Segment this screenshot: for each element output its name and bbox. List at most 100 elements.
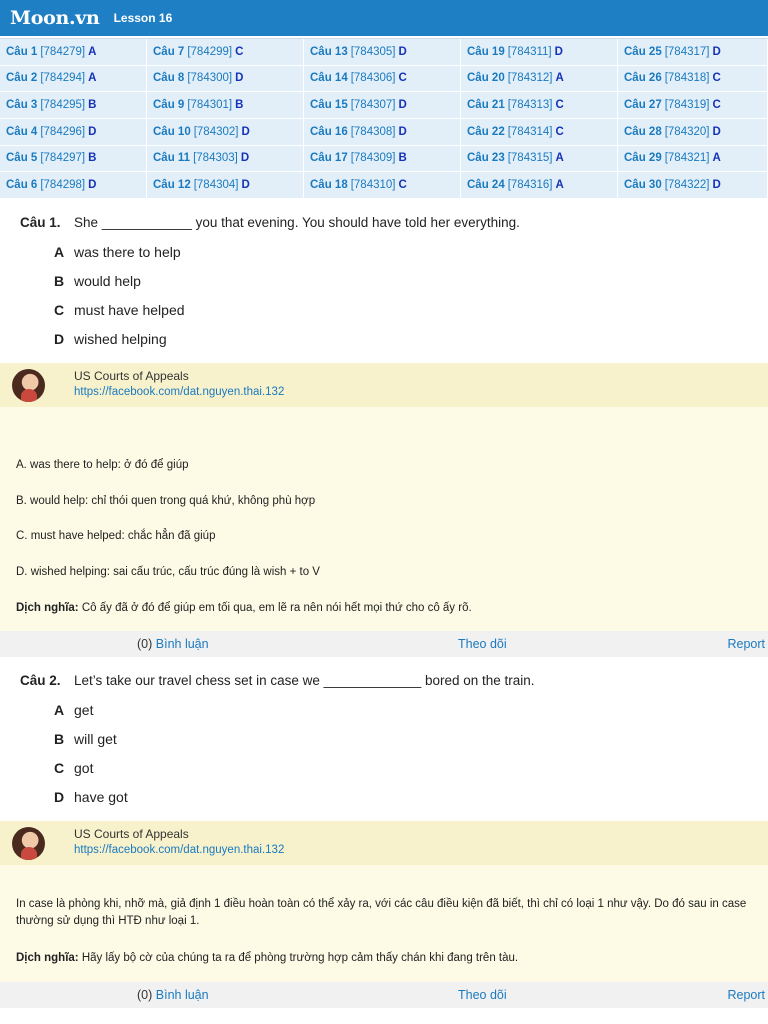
answer-key-cell[interactable]: Câu 13 [784305] D: [304, 39, 461, 66]
question-link: Câu 25: [624, 45, 662, 58]
question-code: [784317]: [664, 45, 710, 58]
answer-key-cell[interactable]: Câu 27 [784319] C: [618, 92, 768, 119]
question-link: Câu 29: [624, 152, 662, 165]
report-button[interactable]: Report: [727, 988, 765, 1002]
question-link: Câu 12: [153, 179, 191, 192]
answer-key-cell[interactable]: Câu 8 [784300] D: [147, 65, 304, 93]
author-profile-link[interactable]: https://facebook.com/dat.nguyen.thai.132: [74, 386, 284, 398]
question-code: [784316]: [507, 179, 553, 192]
answer-key-cell[interactable]: Câu 2 [784294] A: [0, 65, 147, 93]
question-link: Câu 27: [624, 99, 662, 112]
question-code: [784320]: [664, 125, 710, 138]
explanation-panel: A. was there to help: ở đó để giúp B. wo…: [0, 407, 768, 631]
option-a[interactable]: Awas there to help: [54, 244, 181, 260]
correct-answer: C: [712, 72, 721, 85]
question-link: Câu 1: [6, 45, 38, 58]
follow-button[interactable]: Theo dõi: [458, 637, 507, 651]
translation-label: Dịch nghĩa:: [16, 952, 79, 964]
correct-answer: D: [88, 125, 97, 138]
answer-key-cell[interactable]: Câu 19 [784311] D: [461, 39, 618, 66]
correct-answer: B: [88, 152, 97, 165]
question-link: Câu 6: [6, 179, 38, 192]
correct-answer: D: [240, 152, 250, 165]
translation-line: Dịch nghĩa: Cô ấy đã ở đó để giúp em tối…: [16, 600, 756, 617]
question-code: [784301]: [187, 99, 233, 112]
comment-button[interactable]: (0) Bình luận: [137, 637, 209, 651]
option-b[interactable]: Bwill get: [54, 731, 117, 747]
correct-answer: D: [241, 125, 250, 138]
answer-key-cell[interactable]: Câu 29 [784321] A: [618, 145, 768, 173]
question-code: [784303]: [193, 152, 238, 165]
question-link: Câu 17: [310, 152, 348, 165]
answer-key-cell[interactable]: Câu 22 [784314] C: [461, 118, 618, 146]
option-b[interactable]: Bwould help: [54, 273, 141, 289]
question-link: Câu 21: [467, 99, 505, 112]
explanation-line: C. must have helped: chắc hẳn đã giúp: [16, 530, 216, 542]
comment-label: Bình luận: [155, 637, 209, 651]
author-name: US Courts of Appeals: [74, 369, 189, 383]
option-a[interactable]: Aget: [54, 702, 93, 718]
explanation-line: B. would help: chỉ thói quen trong quá k…: [16, 495, 316, 507]
option-letter: C: [54, 302, 65, 318]
site-logo[interactable]: Moon.vn: [10, 7, 100, 29]
answer-key-cell[interactable]: Câu 16 [784308] D: [304, 118, 461, 146]
answer-key-cell[interactable]: Câu 10 [784302] D: [147, 118, 304, 146]
follow-button[interactable]: Theo dõi: [458, 988, 507, 1002]
user-avatar-icon[interactable]: [12, 369, 45, 402]
question-code: [784314]: [507, 125, 553, 138]
report-button[interactable]: Report: [727, 637, 765, 651]
question-link: Câu 19: [467, 45, 505, 58]
answer-key-cell[interactable]: Câu 4 [784296] D: [0, 118, 147, 146]
top-bar: Moon.vn Lesson 16: [0, 0, 768, 36]
option-letter: D: [54, 789, 65, 805]
question-text-line: Câu 2. Let’s take our travel chess set i…: [20, 673, 535, 688]
option-text: got: [74, 760, 94, 776]
question-code: [784300]: [187, 72, 233, 85]
answer-key-cell[interactable]: Câu 25 [784317] D: [618, 39, 768, 66]
question-number: Câu 2.: [20, 673, 61, 688]
question-link: Câu 2: [6, 72, 38, 85]
question-text: She ____________ you that evening. You s…: [74, 215, 520, 230]
answer-key-cell[interactable]: Câu 9 [784301] B: [147, 92, 304, 119]
answer-key-cell[interactable]: Câu 23 [784315] A: [461, 145, 618, 173]
option-c[interactable]: Cmust have helped: [54, 302, 185, 318]
question-link: Câu 22: [467, 125, 505, 138]
comment-button[interactable]: (0) Bình luận: [137, 988, 209, 1002]
answer-key-cell[interactable]: Câu 3 [784295] B: [0, 92, 147, 119]
comment-count: (0): [137, 988, 153, 1002]
question-link: Câu 15: [310, 99, 348, 112]
answer-key-cell[interactable]: Câu 1 [784279] A: [0, 39, 147, 66]
answer-key-cell[interactable]: Câu 15 [784307] D: [304, 92, 461, 119]
correct-answer: A: [555, 152, 564, 165]
question-link: Câu 14: [310, 72, 348, 85]
correct-answer: A: [88, 72, 97, 85]
user-avatar-icon[interactable]: [12, 827, 45, 860]
answer-key-cell[interactable]: Câu 12 [784304] D: [147, 172, 304, 199]
answer-key-cell[interactable]: Câu 6 [784298] D: [0, 172, 147, 199]
correct-answer: A: [88, 45, 97, 58]
answer-key-cell[interactable]: Câu 17 [784309] B: [304, 145, 461, 173]
translation-line: Dịch nghĩa: Hãy lấy bộ cờ của chúng ta r…: [16, 950, 756, 967]
author-profile-link[interactable]: https://facebook.com/dat.nguyen.thai.132: [74, 844, 284, 856]
answer-key-cell[interactable]: Câu 26 [784318] C: [618, 65, 768, 93]
question-link: Câu 24: [467, 179, 505, 192]
question-code: [784304]: [193, 179, 239, 192]
answer-key-cell[interactable]: Câu 5 [784297] B: [0, 145, 147, 173]
author-bar: US Courts of Appeals https://facebook.co…: [0, 363, 768, 407]
answer-key-cell[interactable]: Câu 11 [784303] D: [147, 145, 304, 173]
answer-key-cell[interactable]: Câu 20 [784312] A: [461, 65, 618, 93]
option-letter: B: [54, 731, 65, 747]
answer-key-cell[interactable]: Câu 7 [784299] C: [147, 39, 304, 66]
correct-answer: C: [555, 125, 564, 138]
comment-label: Bình luận: [155, 988, 209, 1002]
question-code: [784279]: [40, 45, 86, 58]
answer-key-cell[interactable]: Câu 14 [784306] C: [304, 65, 461, 93]
answer-key-cell[interactable]: Câu 21 [784313] C: [461, 92, 618, 119]
option-d[interactable]: Dwished helping: [54, 331, 167, 347]
answer-key-cell[interactable]: Câu 30 [784322] D: [618, 172, 768, 199]
answer-key-cell[interactable]: Câu 28 [784320] D: [618, 118, 768, 146]
option-c[interactable]: Cgot: [54, 760, 93, 776]
answer-key-cell[interactable]: Câu 18 [784310] C: [304, 172, 461, 199]
answer-key-cell[interactable]: Câu 24 [784316] A: [461, 172, 618, 199]
option-d[interactable]: Dhave got: [54, 789, 128, 805]
